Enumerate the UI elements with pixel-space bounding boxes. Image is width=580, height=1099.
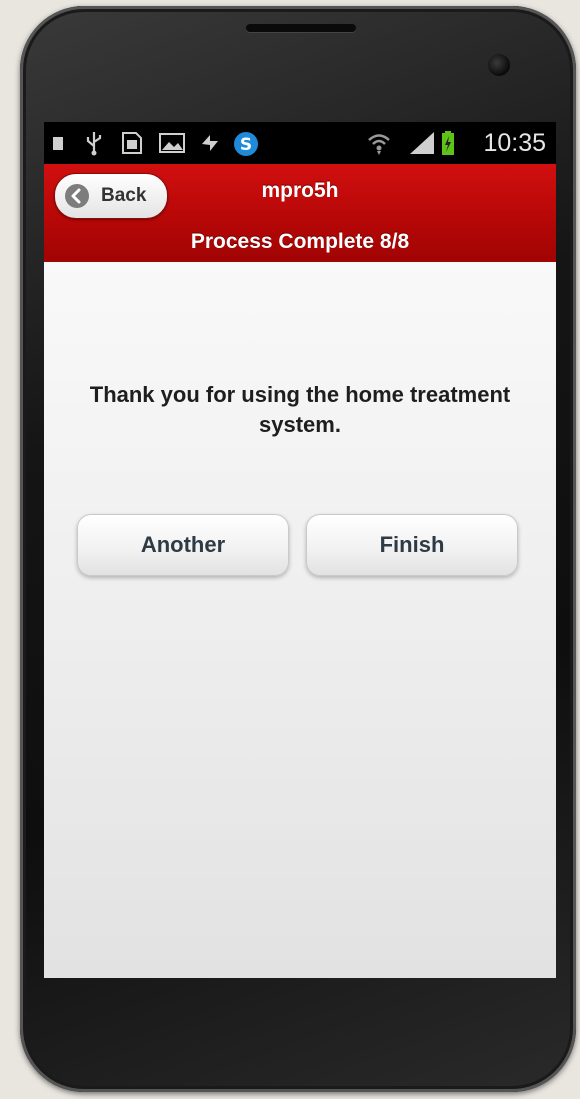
signal-icon (408, 130, 436, 156)
sync-icon (198, 130, 222, 156)
svg-text:S: S (240, 135, 252, 155)
sd-card-icon (120, 130, 144, 156)
process-status: Process Complete 8/8 (190, 230, 410, 253)
page-title: mpro5h (261, 179, 339, 202)
thank-you-message: Thank you for using the home treatment s… (89, 382, 511, 437)
battery-charging-icon (440, 130, 456, 156)
front-camera (488, 54, 510, 76)
clock-time: 10:35 (483, 129, 546, 157)
another-button[interactable]: Another (77, 514, 289, 576)
image-icon (158, 130, 186, 156)
skype-icon: S (232, 130, 260, 156)
phone-screen: S 10:35 Back mpro5h Process Complete 8/8… (44, 122, 556, 978)
app-header: Back mpro5h Process Complete 8/8 (44, 164, 556, 263)
finish-button[interactable]: Finish (306, 514, 518, 576)
status-bar: S 10:35 (44, 122, 556, 164)
wifi-icon (366, 130, 392, 156)
main-content: Thank you for using the home treatment s… (44, 262, 556, 978)
speaker-grille (246, 24, 356, 32)
notification-icon (52, 130, 64, 156)
usb-icon (84, 130, 104, 156)
